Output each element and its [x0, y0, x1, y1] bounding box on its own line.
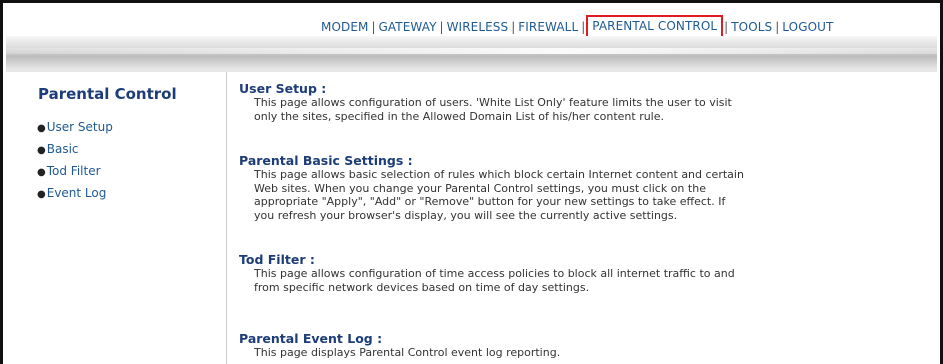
- section-line: This page allows basic selection of rule…: [254, 168, 744, 181]
- bullet-icon: ●: [37, 145, 46, 156]
- nav-separator: |: [511, 20, 516, 34]
- section-user-setup: User Setup : This page allows configurat…: [239, 81, 919, 123]
- section-line: This page displays Parental Control even…: [254, 346, 561, 359]
- top-navigation: MODEM | GATEWAY | WIRELESS | FIREWALL | PARENTAL…: [6, 6, 937, 38]
- section-line: This page allows configuration of users.…: [254, 96, 732, 109]
- section-line: Web sites. When you change your Parental…: [254, 181, 706, 195]
- nav-separator: |: [371, 20, 376, 34]
- nav-wireless[interactable]: WIRELESS: [447, 20, 509, 34]
- nav-tools[interactable]: TOOLS: [731, 20, 772, 34]
- section-line: you refresh your browser's display, you …: [254, 208, 678, 222]
- section-line: from specific network devices based on t…: [254, 280, 590, 294]
- sidebar-title: Parental Control: [38, 85, 177, 103]
- sidebar-item-user-setup[interactable]: ●User Setup: [37, 120, 113, 142]
- section-title: User Setup :: [239, 81, 327, 96]
- router-admin-frame: MODEM | GATEWAY | WIRELESS | FIREWALL | PARENTAL…: [0, 0, 943, 364]
- nav-gateway[interactable]: GATEWAY: [379, 20, 437, 34]
- sidebar-link-event-log[interactable]: Event Log: [47, 186, 107, 200]
- header-banner: [6, 36, 937, 70]
- sidebar-menu: ●User Setup ●Basic ●Tod Filter ●Event Lo…: [37, 120, 113, 208]
- nav-separator: |: [775, 20, 780, 34]
- bullet-icon: ●: [37, 189, 46, 200]
- sidebar: Parental Control ●User Setup ●Basic ●Tod…: [6, 72, 227, 364]
- nav-modem[interactable]: MODEM: [321, 20, 368, 34]
- section-line: only the sites, specified in the Allowed…: [254, 109, 665, 123]
- nav-parental-control-highlight: PARENTAL CONTROL: [586, 15, 724, 38]
- nav-parental-control[interactable]: PARENTAL CONTROL: [592, 19, 717, 33]
- bullet-icon: ●: [37, 123, 46, 134]
- section-parental-event-log: Parental Event Log : This page displays …: [239, 331, 919, 360]
- nav-firewall[interactable]: FIREWALL: [518, 20, 578, 34]
- bullet-icon: ●: [37, 167, 46, 178]
- section-title: Tod Filter :: [239, 252, 315, 267]
- sidebar-item-event-log[interactable]: ●Event Log: [37, 186, 113, 208]
- section-parental-basic-settings: Parental Basic Settings : This page allo…: [239, 153, 919, 222]
- nav-separator: |: [581, 20, 586, 34]
- section-tod-filter: Tod Filter : This page allows configurat…: [239, 252, 919, 294]
- sidebar-link-basic[interactable]: Basic: [47, 142, 79, 156]
- section-line: This page allows configuration of time a…: [254, 267, 735, 280]
- section-title: Parental Event Log :: [239, 331, 383, 346]
- nav-logout[interactable]: LOGOUT: [782, 20, 833, 34]
- nav-separator: |: [439, 20, 444, 34]
- banner-shine: [6, 48, 937, 54]
- sidebar-link-tod-filter[interactable]: Tod Filter: [47, 164, 101, 178]
- section-title: Parental Basic Settings :: [239, 153, 413, 168]
- sidebar-item-tod-filter[interactable]: ●Tod Filter: [37, 164, 113, 186]
- section-line: appropriate "Apply", "Add" or "Remove" b…: [254, 195, 726, 208]
- main-content: User Setup : This page allows configurat…: [239, 72, 937, 364]
- nav-separator: |: [724, 20, 729, 34]
- sidebar-link-user-setup[interactable]: User Setup: [47, 120, 113, 134]
- sidebar-item-basic[interactable]: ●Basic: [37, 142, 113, 164]
